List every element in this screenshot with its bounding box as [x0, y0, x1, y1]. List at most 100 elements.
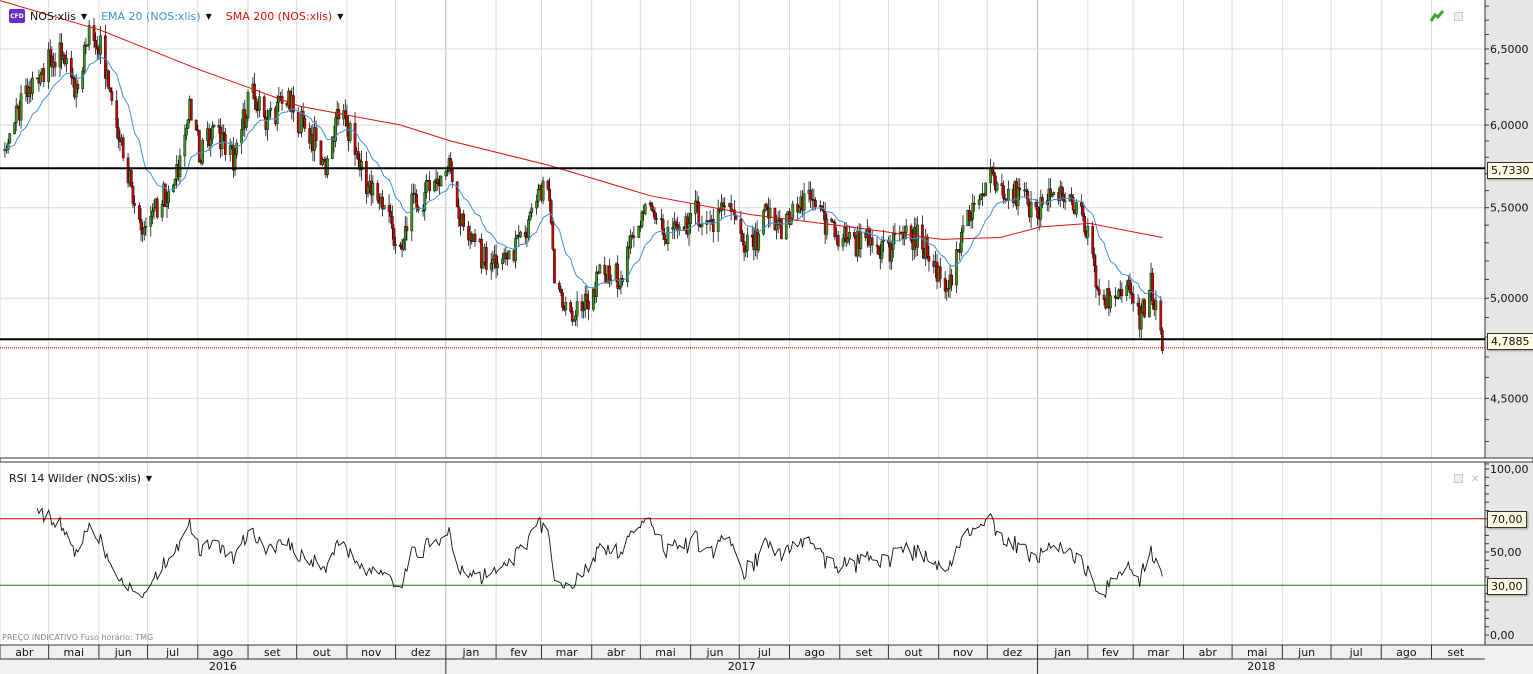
candle-body	[1154, 300, 1158, 310]
candle-body	[1130, 292, 1133, 295]
candle-body	[640, 211, 644, 227]
candle-body	[235, 142, 239, 155]
month-label: jul	[1349, 646, 1363, 659]
candle-body	[836, 234, 840, 247]
caret-down-icon[interactable]: ▼	[146, 474, 152, 483]
ema-label: EMA 20 (NOS:xlis)	[101, 9, 201, 23]
candle-body	[189, 98, 193, 121]
candle-body	[651, 209, 655, 213]
candle-body	[650, 202, 654, 211]
month-label: ago	[804, 646, 825, 659]
candle-body	[1075, 202, 1078, 215]
caret-down-icon[interactable]: ▼	[81, 12, 87, 21]
maximize-icon[interactable]	[1454, 11, 1463, 21]
candle-body	[223, 133, 227, 155]
candle-body	[582, 308, 585, 312]
candle-body	[655, 218, 658, 220]
rsi-tick-label: 0,00	[1490, 629, 1515, 642]
candle-body	[165, 202, 169, 207]
candle-body	[616, 263, 620, 289]
candle-body	[504, 252, 508, 259]
month-label: nov	[953, 646, 974, 659]
rsi-tag-70: 70,00	[1487, 511, 1527, 528]
candle-body	[570, 311, 574, 322]
rsi-toolbar: ✕	[1454, 474, 1479, 485]
candle-body	[405, 226, 409, 232]
candle-body	[1097, 288, 1101, 296]
candle-body	[557, 282, 561, 290]
candle-body	[376, 183, 380, 201]
candle-body	[228, 145, 232, 155]
candle-body	[945, 288, 949, 292]
candle-body	[904, 225, 908, 233]
candle-body	[527, 219, 530, 238]
cfd-badge-icon: CFD	[9, 9, 25, 23]
maximize-icon[interactable]	[1454, 474, 1463, 483]
price-tick-label: 6,0000	[1490, 119, 1529, 132]
candle-body	[1016, 187, 1020, 207]
candle-body	[115, 100, 119, 128]
year-label: 2017	[728, 660, 756, 673]
candle-body	[275, 101, 279, 125]
candle-body	[972, 202, 976, 205]
candle-body	[240, 129, 243, 144]
candle-body	[1102, 294, 1106, 300]
candle-body	[262, 96, 266, 118]
candle-body	[433, 181, 436, 192]
month-label: jun	[1297, 646, 1315, 659]
candle-body	[653, 211, 657, 220]
candle-body	[700, 224, 704, 227]
instrument-selector[interactable]: CFD NOS:xlis ▼	[9, 9, 87, 23]
candle-body	[201, 139, 204, 164]
candle-body	[410, 193, 414, 232]
candle-body	[697, 201, 701, 226]
candle-body	[561, 292, 564, 308]
candle-body	[1151, 272, 1155, 305]
candle-body	[814, 200, 817, 208]
candle-body	[893, 233, 897, 235]
chart-type-icon[interactable]	[1430, 10, 1444, 22]
month-label: mai	[1247, 646, 1268, 659]
price-tick-label: 6,5000	[1490, 43, 1529, 56]
candle-body	[632, 235, 636, 238]
candle-body	[741, 233, 744, 242]
candle-body	[131, 186, 135, 204]
candle-body	[394, 244, 397, 246]
candle-body	[595, 271, 598, 297]
candle-body	[784, 213, 788, 240]
candle-body	[449, 158, 453, 168]
candle-body	[1060, 186, 1064, 195]
candle-body	[425, 180, 428, 193]
candle-body	[791, 203, 795, 219]
month-label: mar	[1147, 646, 1169, 659]
ema-selector[interactable]: EMA 20 (NOS:xlis) ▼	[101, 10, 212, 23]
candle-body	[450, 167, 454, 182]
candle-body	[841, 238, 845, 247]
rsi-selector[interactable]: RSI 14 Wilder (NOS:xlis) ▼	[9, 472, 152, 485]
close-icon[interactable]: ✕	[1471, 474, 1479, 485]
candle-body	[348, 123, 352, 141]
candle-body	[519, 231, 522, 237]
candle-body	[121, 137, 125, 159]
candle-body	[880, 240, 884, 259]
candle-body	[694, 200, 697, 214]
candle-body	[267, 110, 271, 121]
candle-body	[549, 200, 553, 224]
candle-body	[254, 98, 258, 110]
candle-body	[575, 301, 579, 317]
candle-body	[882, 240, 885, 242]
candle-body	[144, 226, 148, 228]
chart-toolbar	[1430, 10, 1463, 22]
candle-body	[31, 77, 34, 94]
candle-body	[661, 219, 665, 235]
candle-body	[960, 231, 963, 253]
candle-body	[129, 170, 133, 187]
candle-body	[462, 213, 466, 227]
caret-down-icon[interactable]: ▼	[337, 12, 343, 21]
candle-body	[19, 93, 23, 121]
month-label: set	[856, 646, 873, 659]
caret-down-icon[interactable]: ▼	[206, 12, 212, 21]
sma-selector[interactable]: SMA 200 (NOS:xlis) ▼	[226, 10, 344, 23]
candle-body	[927, 256, 931, 262]
chart-canvas[interactable]: abr mai jun jul ago set out nov dez jan fev mar abr m…	[0, 0, 1533, 674]
